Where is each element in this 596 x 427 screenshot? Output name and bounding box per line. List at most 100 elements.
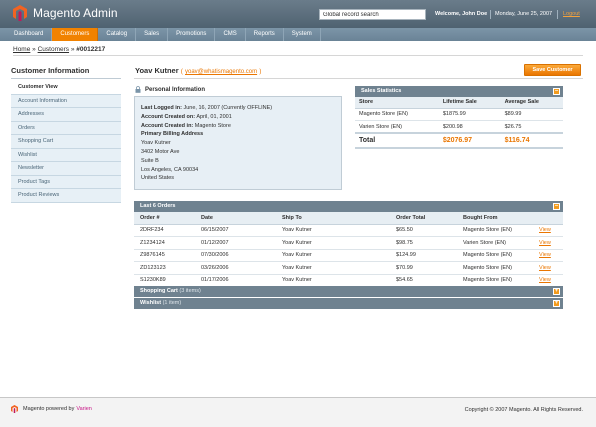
table-header-row: Order # Date Ship To Order Total Bought … [134, 212, 563, 225]
collapse-icon[interactable]: – [553, 88, 560, 95]
sidebar-item-shopping-cart[interactable]: Shopping Cart [11, 135, 121, 149]
sidebar-item-product-tags[interactable]: Product Tags [11, 175, 121, 189]
table-row: Varien Store (EN) $200.98 $26.75 [355, 120, 563, 134]
view-order-link[interactable]: View [539, 227, 551, 233]
table-row: Magento Store (EN) $1875.99 $89.99 [355, 108, 563, 121]
ship-to: Yoav Kutner [276, 249, 390, 262]
customer-heading: Yoav Kutner ( yoav@whatismagento.com ) [135, 66, 261, 75]
order-total: $70.99 [390, 261, 457, 275]
view-order-link[interactable]: View [539, 240, 551, 246]
shopping-cart-title: Shopping Cart [140, 288, 178, 294]
order-date: 01/17/2006 [195, 274, 276, 287]
personal-info-label: Personal Information [145, 86, 206, 93]
personal-info-title: Personal Information [135, 86, 205, 93]
last-logged-row: Last Logged in: June, 16, 2007 (Currentl… [141, 104, 335, 113]
created-in-row: Account Created in: Magento Store [141, 122, 335, 131]
nav-catalog[interactable]: Catalog [98, 28, 137, 41]
powered-by: Magento powered by Varien [11, 405, 92, 413]
created-in-label: Account Created in: [141, 122, 194, 129]
nav-dashboard[interactable]: Dashboard [6, 28, 53, 41]
sidebar-item-addresses[interactable]: Addresses [11, 108, 121, 122]
customer-name: Yoav Kutner [135, 66, 179, 75]
breadcrumb-separator: » [70, 46, 75, 53]
expand-icon[interactable]: + [553, 300, 560, 307]
sidebar-item-orders[interactable]: Orders [11, 121, 121, 135]
store-cell: Varien Store (EN) [355, 120, 439, 134]
order-number: S1230K89 [134, 274, 195, 287]
sidebar-item-newsletter[interactable]: Newsletter [11, 162, 121, 176]
magento-logo-icon [13, 5, 27, 21]
sidebar-item-product-reviews[interactable]: Product Reviews [11, 189, 121, 203]
view-order-link[interactable]: View [539, 277, 551, 283]
sales-statistics-header: Sales Statistics – [355, 86, 563, 97]
nav-reports[interactable]: Reports [246, 28, 284, 41]
view-order-link[interactable]: View [539, 265, 551, 271]
created-on-label: Account Created on: [141, 113, 196, 120]
customer-email-link[interactable]: yoav@whatismagento.com [185, 69, 257, 75]
order-number: ZD123123 [134, 261, 195, 275]
total-label: Total [355, 132, 439, 149]
orders-header: Last 6 Orders – [134, 201, 563, 212]
total-lifetime-sale: $2076.97 [438, 132, 501, 149]
divider [134, 78, 583, 79]
table-row: 2DRF234 06/15/2007 Yoav Kutner $65.50 Ma… [134, 224, 563, 237]
view-order-link[interactable]: View [539, 252, 551, 258]
order-date: 03/26/2006 [195, 261, 276, 275]
average-sale-cell: $26.75 [500, 120, 563, 134]
powered-by-text: Magento powered by [23, 406, 75, 412]
save-customer-button[interactable]: Save Customer [524, 64, 581, 76]
sidebar-item-wishlist[interactable]: Wishlist [11, 148, 121, 162]
total-row: Total $2076.97 $116.74 [355, 132, 563, 149]
sales-statistics-title: Sales Statistics [361, 88, 402, 94]
paren-open: ( [180, 68, 183, 75]
store-cell: Magento Store (EN) [355, 108, 439, 121]
column-header: Order # [134, 212, 195, 225]
table-row: ZD123123 03/26/2006 Yoav Kutner $70.99 M… [134, 261, 563, 275]
welcome-text: Welcome, John Doe [435, 11, 488, 17]
nav-promotions[interactable]: Promotions [168, 28, 216, 41]
view-cell: View [533, 261, 563, 275]
table-row: Z9876145 07/30/2006 Yoav Kutner $124.99 … [134, 249, 563, 262]
view-cell: View [533, 274, 563, 287]
logo[interactable]: Magento Admin [13, 5, 118, 21]
shopping-cart-count: (3 items) [179, 288, 201, 294]
collapse-icon[interactable]: – [553, 203, 560, 210]
address-line: United States [141, 175, 175, 182]
divider [13, 55, 583, 56]
wishlist-section[interactable]: Wishlist (1 item) + [134, 298, 563, 309]
column-header [533, 212, 563, 225]
breadcrumb: Home » Customers » #0012217 [13, 46, 105, 53]
sidebar-item-customer-view[interactable]: Customer View [11, 81, 121, 95]
nav-cms[interactable]: CMS [215, 28, 246, 41]
breadcrumb-home[interactable]: Home [13, 46, 30, 53]
nav-customers[interactable]: Customers [52, 28, 99, 41]
created-on-value: April, 01, 2001 [196, 113, 232, 120]
column-header: Average Sale [500, 97, 563, 109]
sidebar-menu: Customer View Account Information Addres… [11, 81, 121, 203]
varien-link[interactable]: Varien [76, 406, 92, 412]
nav-sales[interactable]: Sales [136, 28, 169, 41]
average-sale-cell: $89.99 [500, 108, 563, 121]
footer: Magento powered by Varien Copyright © 20… [0, 398, 596, 427]
breadcrumb-separator: » [32, 46, 36, 53]
view-cell: View [533, 224, 563, 237]
column-header: Ship To [276, 212, 390, 225]
expand-icon[interactable]: + [553, 288, 560, 295]
address-line: Suite B [141, 157, 159, 164]
billing-label: Primary Billing Address [141, 130, 335, 139]
ship-to: Yoav Kutner [276, 224, 390, 237]
logout-link[interactable]: Logout [563, 11, 580, 17]
sidebar-item-account-information[interactable]: Account Information [11, 94, 121, 108]
column-header: Order Total [390, 212, 457, 225]
ship-to: Yoav Kutner [276, 274, 390, 287]
ship-to: Yoav Kutner [276, 261, 390, 275]
nav-system[interactable]: System [284, 28, 321, 41]
breadcrumb-customers[interactable]: Customers [38, 46, 69, 53]
shopping-cart-section[interactable]: Shopping Cart (3 items) + [134, 286, 563, 297]
admin-header: Magento Admin Welcome, John Doe Monday, … [0, 0, 596, 28]
total-average-sale: $116.74 [500, 132, 563, 149]
global-search-input[interactable] [319, 9, 426, 20]
bought-from: Varien Store (EN) [457, 236, 533, 250]
orders-table: Order # Date Ship To Order Total Bought … [134, 212, 563, 287]
order-total: $54.65 [390, 274, 457, 287]
